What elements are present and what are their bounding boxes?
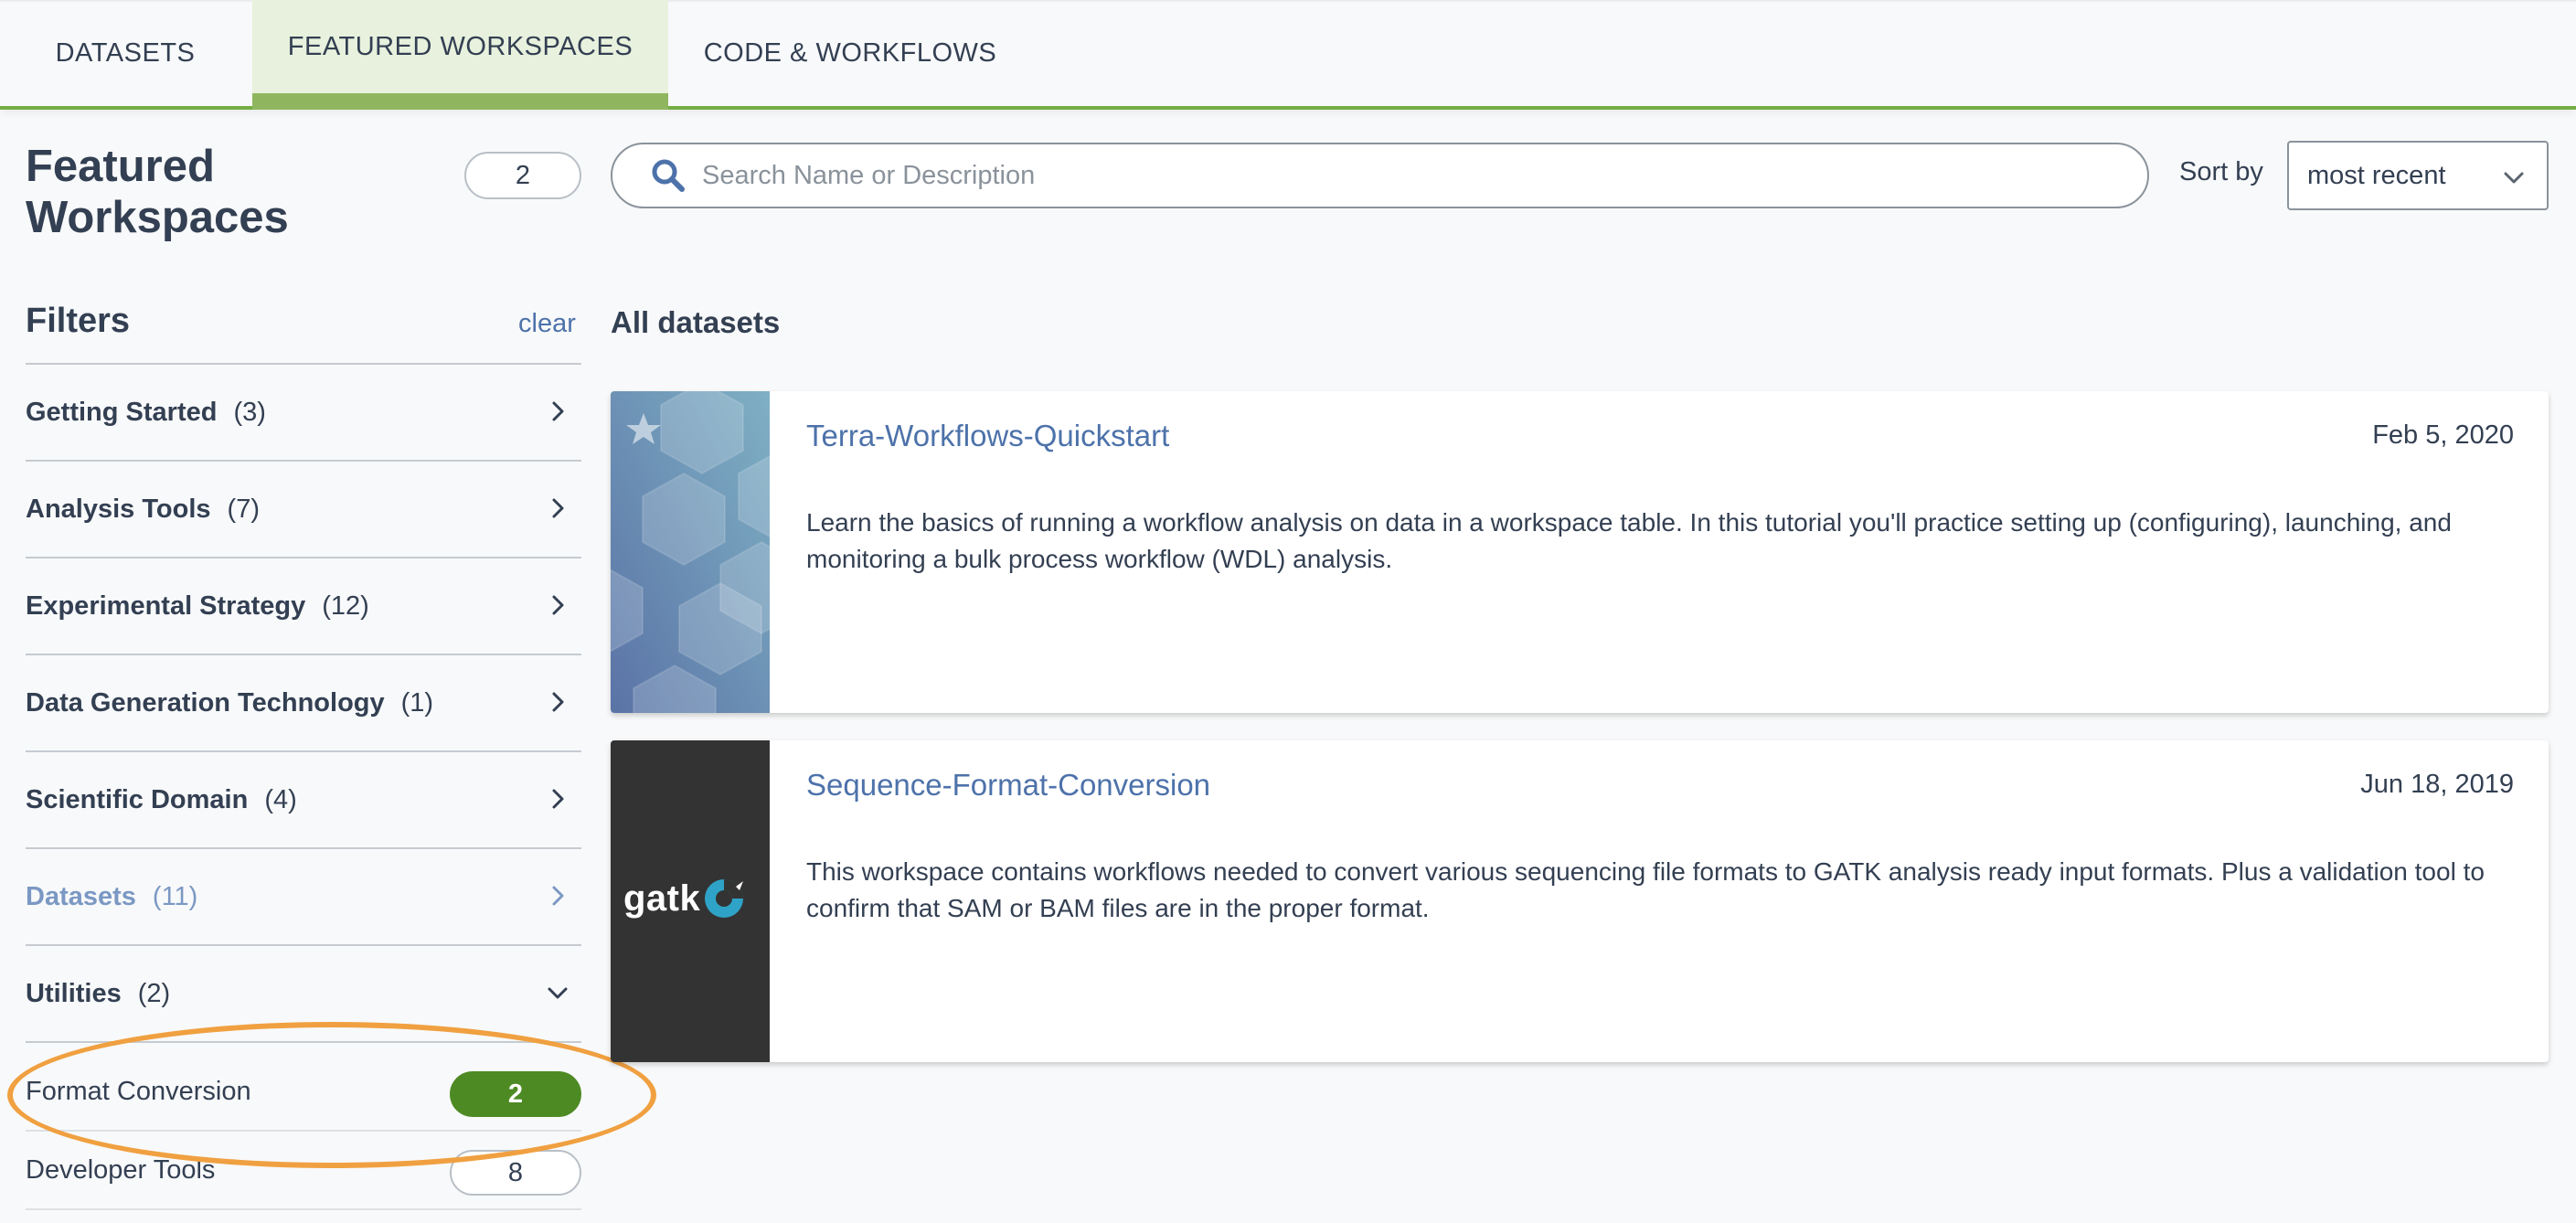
filter-option-count-badge: 8 [450, 1150, 581, 1196]
chevron-down-icon [547, 982, 569, 1004]
chevron-right-icon [547, 885, 569, 907]
tab-datasets[interactable]: DATASETS [0, 0, 250, 106]
tab-datasets-label: DATASETS [55, 37, 196, 68]
gatk-logo: gatk [623, 877, 745, 920]
tab-code-workflows[interactable]: CODE & WORKFLOWS [669, 0, 1031, 106]
chevron-down-icon [2501, 165, 2527, 190]
filters-heading: Filters [26, 302, 131, 340]
workspace-card[interactable]: Terra-Workflows-Quickstart Feb 5, 2020 L… [611, 391, 2549, 713]
chevron-right-icon [547, 691, 569, 713]
filter-section-label: Analysis Tools [26, 494, 211, 524]
filter-section-count: (11) [152, 881, 198, 911]
top-tab-bar: DATASETS FEATURED WORKSPACES CODE & WORK… [0, 0, 2576, 110]
search-box[interactable] [611, 143, 2149, 208]
chevron-right-icon [547, 594, 569, 616]
filter-option-label: Developer Tools [26, 1154, 216, 1185]
workspace-card-body: Terra-Workflows-Quickstart Feb 5, 2020 L… [770, 391, 2549, 713]
filter-section-count: (1) [400, 687, 434, 718]
workspace-title-link[interactable]: Terra-Workflows-Quickstart [806, 419, 1169, 453]
workspace-description: Learn the basics of running a workflow a… [806, 508, 2452, 573]
sort-label: Sort by [2179, 157, 2263, 186]
filter-section-scientific-domain[interactable]: Scientific Domain (4) [26, 752, 581, 849]
filter-section-data-generation-technology[interactable]: Data Generation Technology (1) [26, 655, 581, 752]
workspace-card-body: Sequence-Format-Conversion Jun 18, 2019 … [770, 740, 2549, 1062]
workspace-date: Jun 18, 2019 [2360, 770, 2514, 799]
filter-section-label: Utilities [26, 978, 122, 1008]
filter-section-label: Experimental Strategy [26, 590, 306, 621]
filter-section-label: Getting Started [26, 397, 218, 427]
filter-option-label: Format Conversion [26, 1076, 251, 1106]
filter-option-count-badge: 2 [450, 1071, 581, 1117]
results-heading: All datasets [611, 305, 781, 339]
filter-section-count: (3) [233, 397, 266, 427]
filter-section-label: Scientific Domain [26, 784, 249, 814]
sort-select[interactable]: most recent [2287, 141, 2549, 210]
workspace-thumbnail [611, 391, 770, 713]
workspace-description: This workspace contains workflows needed… [806, 857, 2485, 922]
filter-section-count: (7) [227, 494, 260, 524]
workspace-title-link[interactable]: Sequence-Format-Conversion [806, 768, 1210, 803]
sort-selected-value: most recent [2307, 160, 2446, 190]
filter-section-label: Datasets [26, 881, 136, 911]
filter-option-format-conversion[interactable]: Format Conversion 2 [26, 1053, 581, 1132]
page-title: Featured Workspaces [26, 142, 289, 242]
chevron-right-icon [547, 788, 569, 810]
filter-option-developer-tools[interactable]: Developer Tools 8 [26, 1132, 581, 1210]
tab-code-workflows-label: CODE & WORKFLOWS [703, 37, 997, 68]
filter-section-datasets[interactable]: Datasets (11) [26, 849, 581, 946]
filter-section-count: (2) [137, 978, 171, 1008]
chevron-right-icon [547, 497, 569, 519]
search-icon [651, 158, 686, 193]
filter-section-experimental-strategy[interactable]: Experimental Strategy (12) [26, 558, 581, 655]
filter-section-count: (4) [264, 784, 297, 814]
tab-featured-workspaces-label: FEATURED WORKSPACES [287, 31, 633, 61]
clear-filters-link[interactable]: clear [518, 309, 576, 339]
filter-section-getting-started[interactable]: Getting Started (3) [26, 365, 581, 462]
filter-section-label: Data Generation Technology [26, 687, 385, 718]
gatk-logo-text: gatk [623, 877, 701, 919]
gatk-logo-mark-icon [703, 877, 745, 920]
search-input[interactable] [702, 148, 2073, 203]
tab-featured-workspaces[interactable]: FEATURED WORKSPACES [252, 0, 668, 110]
workspace-thumbnail: gatk [611, 740, 770, 1062]
workspace-date: Feb 5, 2020 [2372, 420, 2514, 450]
page: DATASETS FEATURED WORKSPACES CODE & WORK… [0, 0, 2576, 1223]
filter-section-analysis-tools[interactable]: Analysis Tools (7) [26, 462, 581, 558]
filter-section-utilities[interactable]: Utilities (2) [26, 946, 581, 1043]
chevron-right-icon [547, 400, 569, 422]
result-count-badge: 2 [464, 152, 581, 199]
filter-section-count: (12) [322, 590, 369, 621]
workspace-card[interactable]: gatk Sequence-Format-Conversion Jun 18, … [611, 740, 2549, 1062]
